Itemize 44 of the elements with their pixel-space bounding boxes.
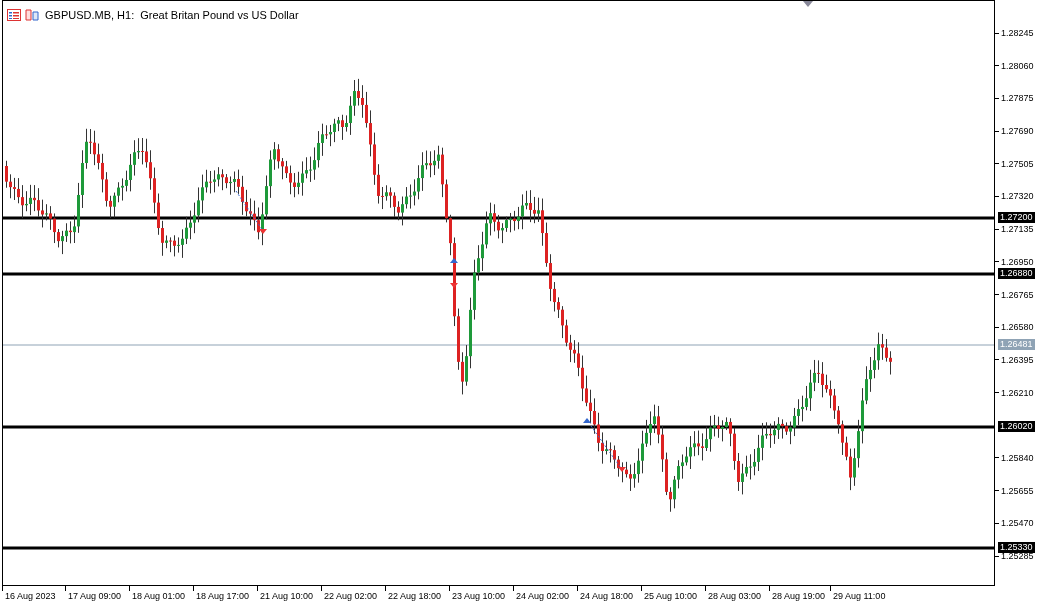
list-icon [7, 9, 21, 22]
price-tick-label: 1.26395 [1001, 353, 1034, 366]
price-tick-label: 1.27505 [1001, 157, 1034, 170]
price-tick-label: 1.27690 [1001, 125, 1034, 138]
time-tick-label: 23 Aug 10:00 [452, 590, 506, 603]
price-tick-label: 1.27875 [1001, 92, 1034, 105]
price-tick-label: 1.25840 [1001, 451, 1034, 464]
time-tick-label: 22 Aug 18:00 [388, 590, 442, 603]
price-tick-label: 1.25470 [1001, 517, 1034, 530]
chart-window-icon [25, 9, 39, 22]
price-tick-label: 1.28060 [1001, 59, 1034, 72]
horizontal-level-line[interactable] [3, 272, 994, 276]
time-tick-label: 25 Aug 10:00 [644, 590, 698, 603]
chart-title: GBPUSD.MB, H1: [45, 8, 135, 23]
chart-description: Great Britan Pound vs US Dollar [140, 8, 299, 23]
price-level-label: 1.26481 [998, 339, 1035, 350]
scroll-marker-icon [803, 1, 813, 7]
price-tick-label: 1.28245 [1001, 27, 1034, 39]
price-tick-label: 1.27320 [1001, 190, 1034, 203]
time-tick-label: 28 Aug 03:00 [708, 590, 762, 603]
time-tick-label: 24 Aug 18:00 [580, 590, 634, 603]
horizontal-level-line[interactable] [3, 425, 994, 429]
price-tick-label: 1.26950 [1001, 255, 1034, 268]
price-tick-label: 1.26210 [1001, 386, 1034, 399]
time-tick-label: 21 Aug 10:00 [260, 590, 314, 603]
horizontal-level-line[interactable] [3, 546, 994, 550]
price-tick-label: 1.27135 [1001, 223, 1034, 236]
time-tick-label: 18 Aug 01:00 [132, 590, 186, 603]
time-tick-label: 16 Aug 2023 [5, 590, 56, 603]
price-tick-label: 1.26765 [1001, 288, 1034, 301]
price-tick-label: 1.26580 [1001, 321, 1034, 334]
price-tick-label: 1.25655 [1001, 484, 1034, 497]
horizontal-level-line[interactable] [3, 216, 994, 220]
price-level-label: 1.25330 [998, 542, 1035, 553]
time-tick-label: 17 Aug 09:00 [68, 590, 122, 603]
price-level-label: 1.27200 [998, 212, 1035, 223]
price-tick-label: 1.25285 [1001, 550, 1034, 562]
price-level-label: 1.26020 [998, 421, 1035, 432]
time-tick-label: 28 Aug 19:00 [772, 590, 826, 603]
time-tick-label: 24 Aug 02:00 [516, 590, 570, 603]
time-tick-label: 29 Aug 11:00 [833, 590, 886, 603]
price-level-label: 1.26880 [998, 268, 1035, 279]
time-tick-label: 22 Aug 02:00 [324, 590, 378, 603]
time-tick-label: 18 Aug 17:00 [196, 590, 250, 603]
